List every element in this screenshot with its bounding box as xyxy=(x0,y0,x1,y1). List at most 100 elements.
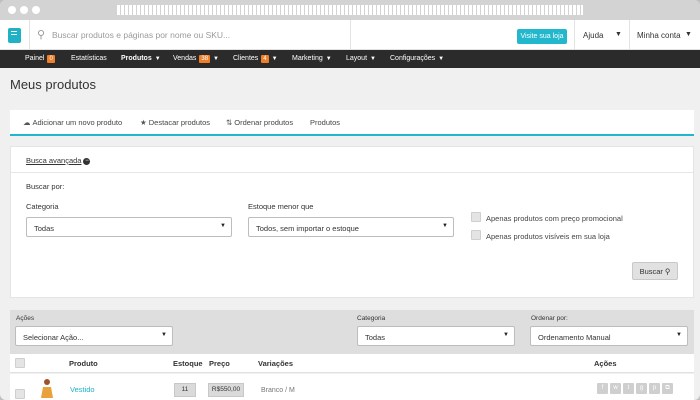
nav-label: Produtos xyxy=(121,55,152,62)
variation-text: Branco / M xyxy=(261,387,295,394)
maximize-dot[interactable] xyxy=(32,6,40,14)
minus-circle-icon: − xyxy=(83,157,91,165)
products-tab[interactable]: Produtos xyxy=(310,118,340,127)
filter-category-label: Categoria xyxy=(357,315,386,322)
highlight-products-tab[interactable]: ★ Destacar produtos xyxy=(140,118,210,127)
price-field[interactable]: R$550,00 xyxy=(208,383,244,397)
actions-select[interactable]: Selecionar Ação... ▼ xyxy=(15,326,173,346)
chevron-down-icon: ▼ xyxy=(676,332,682,338)
nav-estatisticas[interactable]: Estatísticas xyxy=(71,55,107,62)
duplicate-icon[interactable]: ⧉ xyxy=(662,383,673,394)
address-bar[interactable] xyxy=(117,5,583,15)
logo[interactable] xyxy=(0,20,30,50)
order-value: Ordenamento Manual xyxy=(538,333,611,342)
nav-produtos[interactable]: Produtos ▼ xyxy=(121,55,161,62)
promo-label: Apenas produtos com preço promocional xyxy=(486,214,623,223)
column-header[interactable]: Preço xyxy=(209,359,230,368)
stock-select[interactable]: Todos, sem importar o estoque ▼ xyxy=(248,217,454,237)
stock-field[interactable]: 11 xyxy=(174,383,196,397)
category-select[interactable]: Todas ▼ xyxy=(26,217,232,237)
column-header[interactable]: Produto xyxy=(69,359,98,368)
visit-store-button[interactable]: Visite sua loja xyxy=(517,29,567,44)
divider xyxy=(350,20,351,50)
nav-clientes[interactable]: Clientes 4 ▼ xyxy=(233,55,278,63)
twitter-icon[interactable]: t xyxy=(623,383,634,394)
search-icon: ⚲ xyxy=(664,266,671,276)
nav-vendas[interactable]: Vendas 38 ▼ xyxy=(173,55,219,63)
tab-label: Produtos xyxy=(310,118,341,127)
actions-label: Ações xyxy=(16,315,35,322)
browser-window: ⚲ Visite sua loja Ajuda ▼ Minha conta ▼ … xyxy=(0,0,700,400)
chevron-down-icon: ▼ xyxy=(271,56,278,62)
nav-layout[interactable]: Layout ▼ xyxy=(346,55,376,62)
chevron-down-icon: ▼ xyxy=(685,31,692,38)
chevron-down-icon: ▼ xyxy=(442,223,448,229)
search-button-label: Buscar xyxy=(639,266,663,276)
visible-label: Apenas produtos visíveis em sua loja xyxy=(486,232,610,241)
advanced-search-toggle[interactable]: Busca avançada − xyxy=(26,156,91,165)
order-label: Ordenar por: xyxy=(531,315,568,322)
facebook-icon[interactable]: f xyxy=(597,383,608,394)
nav-label: Painel xyxy=(25,55,45,62)
order-products-tab[interactable]: ⇅ Ordenar produtos xyxy=(226,118,293,127)
close-dot[interactable] xyxy=(8,6,16,14)
chevron-down-icon: ▼ xyxy=(161,332,167,338)
order-select[interactable]: Ordenamento Manual ▼ xyxy=(530,326,688,346)
nav-badge: 0 xyxy=(47,55,55,63)
sort-icon: ⇅ xyxy=(226,118,233,127)
action-tabs: ☁ Adicionar um novo produto ★ Destacar pro… xyxy=(10,110,694,136)
chevron-down-icon: ▼ xyxy=(503,332,509,338)
row-checkbox[interactable] xyxy=(15,389,25,399)
promo-checkbox[interactable] xyxy=(471,212,481,222)
visible-checkbox[interactable] xyxy=(471,230,481,240)
chevron-down-icon: ▼ xyxy=(220,223,226,229)
nav-marketing[interactable]: Marketing ▼ xyxy=(292,55,332,62)
tab-label: Ordenar produtos xyxy=(234,118,294,127)
chevron-down-icon: ▼ xyxy=(325,56,332,62)
search-icon: ⚲ xyxy=(37,29,46,41)
account-menu[interactable]: Minha conta xyxy=(637,31,681,40)
window-controls xyxy=(8,6,40,14)
product-thumbnail[interactable] xyxy=(40,378,54,398)
advanced-search-panel: Busca avançada − Buscar por: Categoria To… xyxy=(10,146,694,298)
google-plus-icon[interactable]: g xyxy=(636,383,647,394)
nav-label: Vendas xyxy=(173,55,197,62)
column-header: Ações xyxy=(594,359,617,368)
stock-value: Todos, sem importar o estoque xyxy=(256,224,359,233)
search-by-label: Buscar por: xyxy=(26,182,65,191)
main-nav: Painel 0 Estatísticas Produtos ▼ Vendas 38 ▼… xyxy=(0,50,700,68)
browser-chrome xyxy=(0,0,700,20)
nav-badge: 38 xyxy=(199,55,211,63)
search-input[interactable] xyxy=(52,25,342,45)
minimize-dot[interactable] xyxy=(20,6,28,14)
category-label: Categoria xyxy=(26,202,59,211)
table-header: Produto Estoque Preço Variações Ações xyxy=(10,354,694,373)
category-value: Todas xyxy=(34,224,55,233)
page-title: Meus produtos xyxy=(10,77,96,92)
chevron-down-icon: ▼ xyxy=(438,56,445,62)
top-bar: ⚲ Visite sua loja Ajuda ▼ Minha conta ▼ xyxy=(0,20,700,50)
add-product-tab[interactable]: ☁ Adicionar um novo produto xyxy=(23,118,122,127)
filter-category-select[interactable]: Todas ▼ xyxy=(357,326,515,346)
help-menu[interactable]: Ajuda xyxy=(583,31,603,40)
nav-painel[interactable]: Painel 0 xyxy=(25,55,55,63)
pinterest-icon[interactable]: p xyxy=(649,383,660,394)
nav-label: Clientes xyxy=(233,55,259,62)
product-name-link[interactable]: Vestido xyxy=(70,385,95,394)
select-all-checkbox[interactable] xyxy=(15,358,25,368)
nav-configuracoes[interactable]: Configurações ▼ xyxy=(390,55,444,62)
row-actions: f w t g p ⧉ xyxy=(597,383,673,394)
table-row: Vestido 11 R$550,00 Branco / M f w t g p… xyxy=(10,374,694,400)
whatsapp-icon[interactable]: w xyxy=(610,383,621,394)
search-button[interactable]: Buscar ⚲ xyxy=(632,262,678,280)
chevron-down-icon: ▼ xyxy=(615,31,622,38)
chevron-down-icon: ▼ xyxy=(370,56,376,62)
chevron-down-icon: ▼ xyxy=(213,56,219,62)
column-header[interactable]: Estoque xyxy=(173,359,203,368)
advanced-search-label: Busca avançada xyxy=(26,156,82,165)
chevron-down-icon: ▼ xyxy=(154,56,161,62)
nav-label: Estatísticas xyxy=(71,55,107,62)
divider xyxy=(574,20,575,50)
nav-badge: 4 xyxy=(261,55,269,63)
divider xyxy=(11,172,693,173)
